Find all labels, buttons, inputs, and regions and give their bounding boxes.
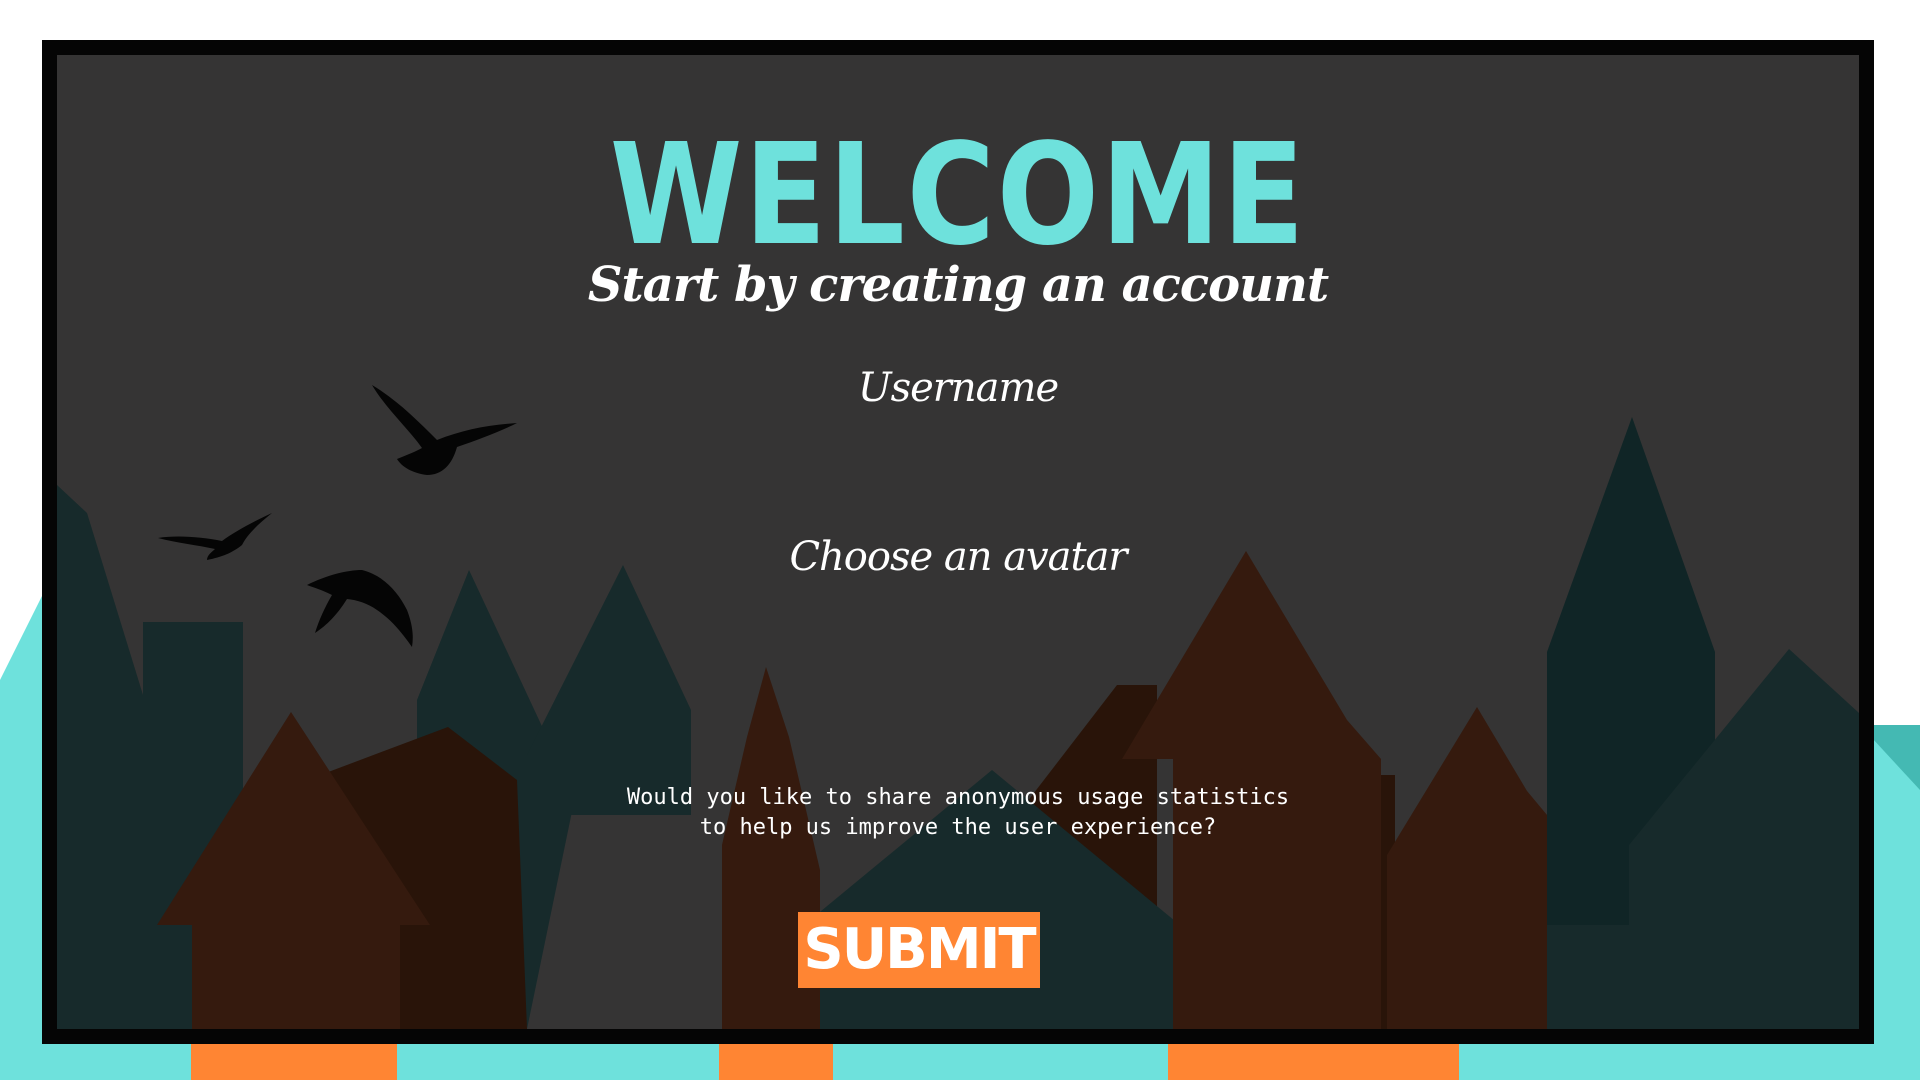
orange-stripe-3 <box>1168 1040 1459 1080</box>
welcome-screen: WELCOME Start by creating an account Use… <box>0 0 1920 1080</box>
page-subtitle: Start by creating an account <box>587 257 1329 313</box>
avatar-picker[interactable] <box>708 595 1208 745</box>
username-label: Username <box>857 365 1059 411</box>
welcome-panel: WELCOME Start by creating an account Use… <box>42 40 1874 1044</box>
usage-stats-prompt: Would you like to share anonymous usage … <box>57 783 1859 843</box>
usage-stats-line-1: Would you like to share anonymous usage … <box>626 785 1290 810</box>
orange-stripe-2 <box>719 1040 833 1080</box>
orange-stripe-1 <box>191 1040 397 1080</box>
username-input[interactable] <box>758 425 1162 471</box>
house-front-4 <box>1387 707 1547 1029</box>
avatar-label: Choose an avatar <box>789 534 1127 580</box>
page-title: WELCOME <box>609 114 1307 277</box>
usage-stats-line-2: to help us improve the user experience? <box>699 815 1217 840</box>
submit-button[interactable]: SUBMIT <box>798 912 1040 988</box>
house-mid-teal-left <box>527 565 691 815</box>
